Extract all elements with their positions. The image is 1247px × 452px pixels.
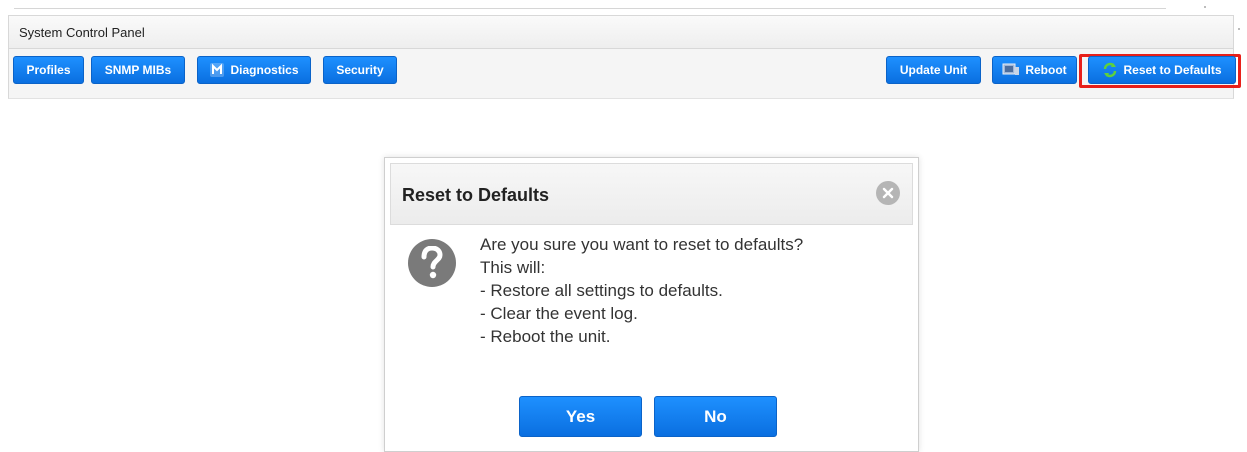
system-control-panel: System Control Panel Profiles SNMP MIBs … — [8, 15, 1242, 101]
yes-button[interactable]: Yes — [519, 396, 642, 437]
reset-to-defaults-button-label: Reset to Defaults — [1123, 63, 1222, 77]
dialog-titlebar: Reset to Defaults — [390, 163, 913, 225]
close-icon[interactable] — [876, 181, 900, 205]
dialog-message: Are you sure you want to reset to defaul… — [480, 233, 900, 348]
profiles-button[interactable]: Profiles — [13, 56, 84, 84]
refresh-icon — [1102, 62, 1118, 78]
divider-mark — [1204, 6, 1206, 8]
panel-header: System Control Panel — [8, 15, 1234, 49]
reboot-icon — [1002, 62, 1020, 78]
update-unit-button[interactable]: Update Unit — [886, 56, 981, 84]
message-line: - Reboot the unit. — [480, 327, 611, 346]
no-button[interactable]: No — [654, 396, 777, 437]
dialog-body: Are you sure you want to reset to defaul… — [385, 225, 918, 451]
panel-title: System Control Panel — [19, 25, 145, 40]
reboot-button[interactable]: Reboot — [992, 56, 1077, 84]
dialog-title: Reset to Defaults — [402, 185, 550, 205]
question-icon — [408, 239, 456, 287]
reboot-button-label: Reboot — [1025, 63, 1067, 77]
message-line: - Restore all settings to defaults. — [480, 281, 723, 300]
diagnostics-button[interactable]: Diagnostics — [197, 56, 311, 84]
security-button-label: Security — [336, 63, 384, 77]
message-line: Are you sure you want to reset to defaul… — [480, 235, 804, 254]
reset-confirm-dialog: Reset to Defaults Are you sure you want … — [384, 157, 919, 452]
message-line: This will: — [480, 258, 546, 277]
message-line: - Clear the event log. — [480, 304, 638, 323]
snmp-mibs-button-label: SNMP MIBs — [104, 63, 172, 77]
diagnostics-icon — [209, 62, 225, 78]
yes-button-label: Yes — [565, 406, 596, 426]
reset-to-defaults-button[interactable]: Reset to Defaults — [1088, 56, 1236, 84]
panel-toolbar: Profiles SNMP MIBs Diagnostics Security … — [8, 49, 1241, 99]
diagnostics-button-label: Diagnostics — [230, 63, 299, 77]
top-divider — [14, 8, 1166, 9]
security-button[interactable]: Security — [323, 56, 397, 84]
profiles-button-label: Profiles — [26, 63, 71, 77]
update-unit-button-label: Update Unit — [899, 63, 968, 77]
no-button-label: No — [704, 406, 727, 426]
snmp-mibs-button[interactable]: SNMP MIBs — [91, 56, 185, 84]
